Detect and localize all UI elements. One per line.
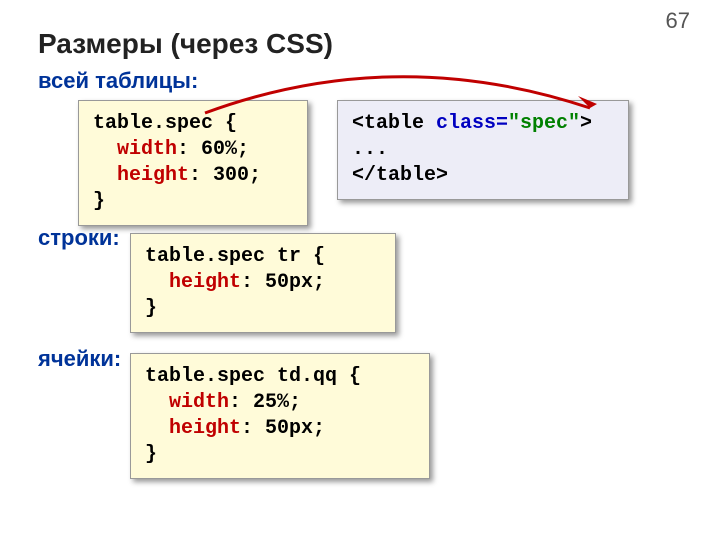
code-line xyxy=(145,417,169,440)
code-table-css: table.spec { width: 60%; height: 300; } xyxy=(78,100,308,226)
label-row: строки: xyxy=(38,225,120,251)
code-line: : 50px; xyxy=(241,271,325,294)
code-line: </table> xyxy=(352,164,448,187)
code-row-css: table.spec tr { height: 50px; } xyxy=(130,233,396,333)
code-line: : 300; xyxy=(189,164,261,187)
css-property: width xyxy=(169,391,229,414)
html-attribute: class= xyxy=(436,112,508,135)
code-line: : 50px; xyxy=(241,417,325,440)
css-property: width xyxy=(117,138,177,161)
code-line: <table xyxy=(352,112,436,135)
css-property: height xyxy=(169,417,241,440)
page-title: Размеры (через CSS) xyxy=(38,28,333,60)
code-line: ... xyxy=(352,138,388,161)
label-cell: ячейки: xyxy=(38,346,121,372)
code-line: } xyxy=(145,443,157,466)
code-line: } xyxy=(145,297,157,320)
code-line xyxy=(145,391,169,414)
code-line: table.spec tr { xyxy=(145,245,325,268)
code-line: } xyxy=(93,190,105,213)
code-table-html: <table class="spec"> ... </table> xyxy=(337,100,629,200)
css-property: height xyxy=(117,164,189,187)
code-line: > xyxy=(580,112,592,135)
page-number: 67 xyxy=(666,8,690,34)
code-line: : 25%; xyxy=(229,391,301,414)
code-line xyxy=(93,164,117,187)
css-property: height xyxy=(169,271,241,294)
code-line: : 60%; xyxy=(177,138,249,161)
code-line: table.spec td.qq { xyxy=(145,365,361,388)
code-line xyxy=(93,138,117,161)
code-cell-css: table.spec td.qq { width: 25%; height: 5… xyxy=(130,353,430,479)
html-value: "spec" xyxy=(508,112,580,135)
label-table: всей таблицы: xyxy=(38,68,198,94)
code-line: table.spec { xyxy=(93,112,237,135)
code-line xyxy=(145,271,169,294)
